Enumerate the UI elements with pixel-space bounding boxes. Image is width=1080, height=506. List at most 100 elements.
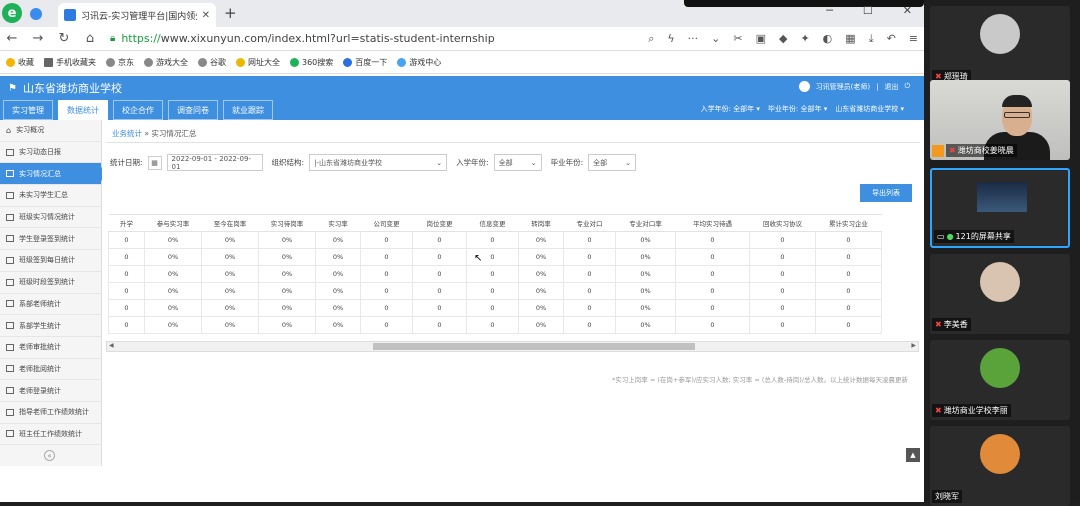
download-icon[interactable]: ⤓ (869, 32, 874, 46)
new-tab-icon[interactable]: + (224, 4, 237, 22)
sidebar-item[interactable]: 老师登录统计 (0, 380, 101, 402)
bookmark-item[interactable]: 游戏大全 (144, 57, 188, 68)
translate-icon[interactable]: ◐ (823, 32, 833, 45)
sidebar-item-overview[interactable]: ⌂ 实习概况 (0, 120, 101, 142)
sidebar-item[interactable]: 指导老师工作绩效统计 (0, 402, 101, 424)
participant-tile[interactable]: ✖ 郑瑶琦 (930, 6, 1070, 86)
column-header[interactable]: 信息变更 (466, 214, 519, 232)
participant-tile[interactable]: ✖ 李美香 (930, 254, 1070, 334)
url-field[interactable]: 🔒︎ https://www.xixunyun.com/index.html?u… (110, 32, 634, 45)
org-select[interactable]: |-山东省潍坊商业学校 ⌄ (309, 154, 448, 171)
close-window-icon[interactable]: ✕ (903, 4, 912, 17)
participant-tile-video[interactable]: ✖ 潍坊商校姜晓晨 (930, 80, 1070, 160)
collapse-sidebar-icon[interactable]: « (44, 450, 55, 461)
reload-icon[interactable]: ↻ (58, 31, 70, 46)
horizontal-scrollbar[interactable]: ◀ ▶ (106, 341, 919, 352)
participant-tile[interactable]: 刘晓军 (930, 426, 1070, 506)
scrollbar-thumb[interactable] (373, 343, 695, 350)
sidebar-item[interactable]: 班级时段签到统计 (0, 272, 101, 294)
date-range-input[interactable]: 2022-09-01 - 2022-09-01 (166, 154, 263, 171)
grad-year-select[interactable]: 全部 ⌄ (588, 154, 637, 171)
sidebar-item-summary[interactable]: 实习情况汇总 (0, 163, 109, 186)
bookmark-item[interactable]: 收藏 (6, 57, 34, 68)
tab-school-enterprise[interactable]: 校企合作 (113, 100, 163, 120)
tab-data-statistics[interactable]: 数据统计 (58, 100, 108, 120)
home-icon[interactable]: ⌂ (84, 31, 96, 46)
bookmark-item[interactable]: 谷歌 (198, 57, 226, 68)
cut-icon[interactable]: ✂ (733, 32, 742, 45)
column-header[interactable]: 累计实习企业 (815, 214, 882, 232)
game-icon[interactable]: ✦ (800, 32, 809, 45)
back-to-top-icon[interactable]: ▲ (906, 448, 920, 462)
active-tab[interactable]: 习讯云-实习管理平台|国内领先 ✕ (58, 3, 216, 27)
column-header[interactable]: 实习率 (315, 214, 361, 232)
tab-favicon-icon[interactable] (30, 8, 42, 20)
summary-table: 升学 参与实习率 至今在岗率 实习待岗率 实习率 公司变更 岗位变更 信息变更 … (108, 214, 882, 334)
table-cell: 0 (815, 299, 882, 317)
menu-icon[interactable]: ≡ (909, 32, 918, 45)
enroll-year-dropdown[interactable]: 入学年份: 全部年 ▾ (701, 104, 760, 114)
enroll-year-select[interactable]: 全部 ⌄ (493, 154, 542, 171)
school-dropdown[interactable]: 山东省潍坊商业学校 ▾ (835, 104, 904, 114)
column-header[interactable]: 专业对口 (563, 214, 616, 232)
sidebar-item[interactable]: 老师批阅统计 (0, 359, 101, 381)
forward-icon[interactable]: → (32, 31, 44, 46)
export-button[interactable]: 导出列表 (860, 184, 912, 202)
column-header[interactable]: 平均实习待遇 (675, 214, 750, 232)
maximize-icon[interactable]: ☐ (863, 4, 873, 17)
sidebar-item[interactable]: 班主任工作绩效统计 (0, 424, 101, 446)
bookmark-item[interactable]: 手机收藏夹 (44, 57, 96, 68)
search-icon[interactable]: ⌕ (648, 32, 654, 46)
bookmark-item[interactable]: 京东 (106, 57, 134, 68)
sidebar-item[interactable]: 实习动态日报 (0, 142, 101, 164)
grad-year-dropdown[interactable]: 毕业年份: 全部年 ▾ (768, 104, 827, 114)
participant-tile[interactable]: ✖ 潍坊商业学校李丽 (930, 340, 1070, 420)
bookmark-item[interactable]: 网址大全 (236, 57, 280, 68)
column-header[interactable]: 公司变更 (360, 214, 413, 232)
column-header[interactable]: 专业对口率 (615, 214, 676, 232)
column-header[interactable]: 岗位变更 (412, 214, 467, 232)
undo-icon[interactable]: ↶ (887, 32, 896, 45)
apps-icon[interactable]: ▦ (845, 32, 855, 45)
sidebar-item[interactable]: 系部老师统计 (0, 294, 101, 316)
sidebar-item[interactable]: 班级实习情况统计 (0, 207, 101, 229)
sidebar-item[interactable]: 学生登录签到统计 (0, 228, 101, 251)
column-header[interactable]: 回收实习协议 (749, 214, 816, 232)
lightning-icon[interactable]: ϟ (667, 32, 674, 45)
power-icon[interactable]: ⏻ (904, 82, 910, 91)
extension-icon[interactable]: ▣ (756, 32, 766, 45)
minimize-icon[interactable]: ─ (826, 4, 833, 17)
logout-link[interactable]: 退出 (884, 82, 898, 92)
breadcrumb-link[interactable]: 业务统计 (112, 129, 142, 138)
column-header[interactable]: 升学 (108, 214, 145, 232)
browser-logo-icon[interactable]: e (2, 3, 22, 23)
calendar-icon[interactable]: ▦ (147, 155, 162, 170)
close-tab-icon[interactable]: ✕ (202, 10, 210, 21)
user-label[interactable]: 习讯管理员(老师) (816, 82, 870, 92)
participant-tile-selected[interactable]: ▭ ● 121的屏幕共享 (930, 168, 1070, 248)
chevron-down-icon[interactable]: ⌄ (711, 32, 720, 45)
table-cell: 0% (615, 299, 676, 317)
bookmark-item[interactable]: 游戏中心 (397, 57, 441, 68)
back-icon[interactable]: ← (6, 31, 18, 46)
table-cell: 0 (563, 265, 616, 283)
sidebar-item[interactable]: 老师审批统计 (0, 337, 101, 359)
sidebar-item[interactable]: 系部学生统计 (0, 315, 101, 337)
column-header[interactable]: 实习待岗率 (258, 214, 316, 232)
more-icon[interactable]: ··· (688, 32, 699, 45)
avatar[interactable] (798, 81, 810, 92)
tab-internship-management[interactable]: 实习管理 (3, 100, 53, 120)
bookmark-item[interactable]: 360搜索 (290, 57, 333, 68)
shield-icon[interactable]: ◆ (779, 32, 787, 45)
scroll-right-icon[interactable]: ▶ (911, 342, 916, 349)
column-header[interactable]: 至今在岗率 (201, 214, 259, 232)
tab-employment-tracking[interactable]: 就业跟踪 (223, 100, 273, 120)
scroll-left-icon[interactable]: ◀ (109, 342, 114, 349)
tab-survey[interactable]: 调查问卷 (168, 100, 218, 120)
column-header[interactable]: 转岗率 (518, 214, 564, 232)
sidebar-item[interactable]: 未实习学生汇总 (0, 185, 101, 207)
bookmark-item[interactable]: 百度一下 (343, 57, 387, 68)
sidebar-item[interactable]: 班级签到每日统计 (0, 250, 101, 272)
column-header[interactable]: 参与实习率 (144, 214, 202, 232)
table-cell: 0 (466, 265, 519, 283)
